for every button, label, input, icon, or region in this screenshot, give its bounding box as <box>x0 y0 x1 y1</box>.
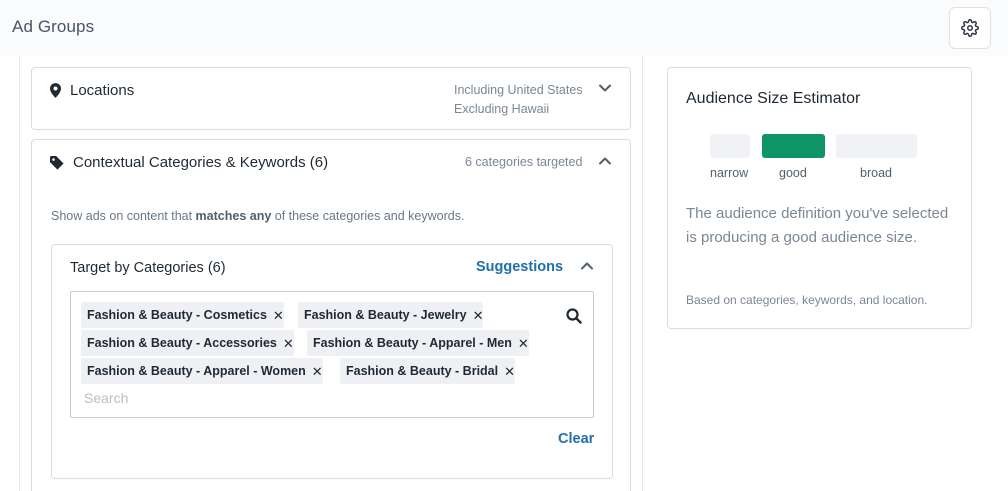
audience-size-estimator: Audience Size Estimator narrow good broa… <box>667 67 972 329</box>
settings-button[interactable] <box>949 7 991 49</box>
chevron-up-icon[interactable] <box>580 261 594 271</box>
meter-segment-narrow <box>710 134 750 158</box>
tag-icon <box>50 156 64 170</box>
remove-chip-icon[interactable]: ✕ <box>473 309 484 322</box>
locations-including: Including United States <box>454 83 583 97</box>
clear-link[interactable]: Clear <box>558 431 594 447</box>
locations-summary: Including United States Excluding Hawaii <box>454 81 583 119</box>
chevron-up-icon[interactable] <box>598 156 612 166</box>
chevron-down-icon[interactable] <box>598 83 612 93</box>
contextual-section: Contextual Categories & Keywords (6) 6 c… <box>31 139 631 491</box>
contextual-summary: 6 categories targeted <box>465 155 583 169</box>
remove-chip-icon[interactable]: ✕ <box>283 337 294 350</box>
gear-icon <box>961 19 979 37</box>
category-chip: Fashion & Beauty - Accessories ✕ <box>81 330 294 356</box>
contextual-description: Show ads on content that matches any of … <box>51 209 464 223</box>
meter-label-good: good <box>779 166 807 180</box>
category-chip: Fashion & Beauty - Jewelry ✕ <box>298 302 484 328</box>
desc-suffix: of these categories and keywords. <box>271 209 465 223</box>
category-chip: Fashion & Beauty - Cosmetics ✕ <box>81 302 284 328</box>
desc-prefix: Show ads on content that <box>51 209 196 223</box>
chip-label: Fashion & Beauty - Jewelry <box>304 308 467 322</box>
search-icon[interactable] <box>566 308 582 324</box>
category-chip: Fashion & Beauty - Apparel - Men ✕ <box>307 330 529 356</box>
meter-segment-broad <box>836 134 917 158</box>
map-pin-icon <box>50 83 61 98</box>
remove-chip-icon[interactable]: ✕ <box>273 309 284 322</box>
locations-section[interactable]: Locations Including United States Exclud… <box>31 67 631 130</box>
remove-chip-icon[interactable]: ✕ <box>312 365 323 378</box>
chip-label: Fashion & Beauty - Cosmetics <box>87 308 267 322</box>
category-tag-input[interactable]: Fashion & Beauty - Cosmetics ✕ Fashion &… <box>70 291 594 418</box>
category-chip: Fashion & Beauty - Apparel - Women ✕ <box>81 358 323 384</box>
desc-bold: matches any <box>195 209 272 223</box>
estimator-footnote: Based on categories, keywords, and locat… <box>686 293 928 307</box>
chip-label: Fashion & Beauty - Apparel - Men <box>313 336 512 350</box>
category-search-input[interactable] <box>84 388 504 408</box>
chip-label: Fashion & Beauty - Apparel - Women <box>87 364 306 378</box>
category-chip: Fashion & Beauty - Bridal ✕ <box>340 358 516 384</box>
estimator-description: The audience definition you've selected … <box>686 205 949 246</box>
chip-label: Fashion & Beauty - Accessories <box>87 336 277 350</box>
top-bar: Ad Groups <box>0 0 1008 56</box>
remove-chip-icon[interactable]: ✕ <box>504 365 515 378</box>
suggestions-link[interactable]: Suggestions <box>476 259 563 275</box>
page-title: Ad Groups <box>12 17 95 36</box>
target-categories-panel: Target by Categories (6) Suggestions Fas… <box>51 244 613 479</box>
chip-label: Fashion & Beauty - Bridal <box>346 364 499 378</box>
locations-excluding: Excluding Hawaii <box>454 102 550 116</box>
meter-label-broad: broad <box>860 166 892 180</box>
meter-segment-good <box>762 134 825 158</box>
meter-label-narrow: narrow <box>710 166 749 180</box>
estimator-title: Audience Size Estimator <box>686 90 861 107</box>
locations-title: Locations <box>70 82 135 99</box>
contextual-title: Contextual Categories & Keywords (6) <box>73 154 329 171</box>
remove-chip-icon[interactable]: ✕ <box>518 337 529 350</box>
target-categories-title: Target by Categories (6) <box>70 260 226 276</box>
